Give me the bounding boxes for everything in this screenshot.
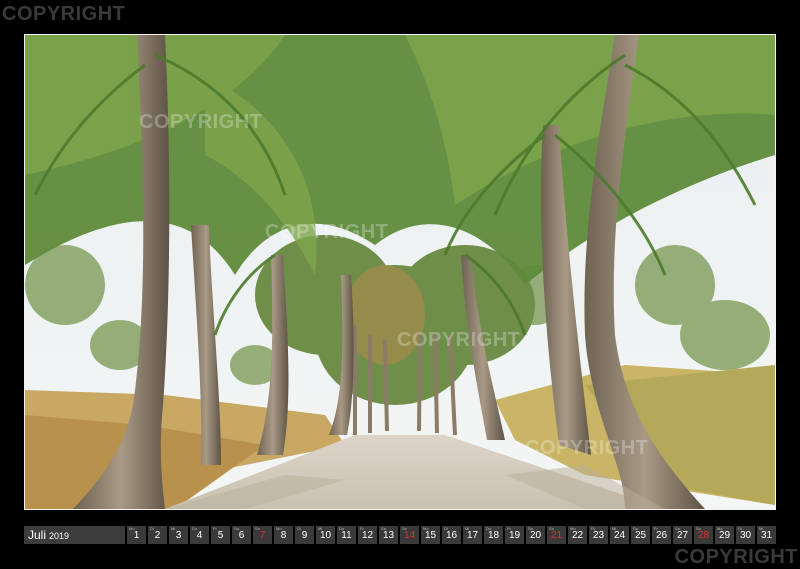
day-number: 24 <box>613 530 626 541</box>
calendar-photo: COPYRIGHT COPYRIGHT COPYRIGHT COPYRIGHT <box>24 34 776 510</box>
day-number: 28 <box>697 530 710 541</box>
day-number: 14 <box>403 530 416 541</box>
day-number: 13 <box>382 530 395 541</box>
copyright-watermark-photo-2: COPYRIGHT <box>265 221 389 243</box>
calendar-day: Mo 22 <box>568 526 587 544</box>
calendar-day: Mi 3 <box>169 526 188 544</box>
calendar-day: Mo 15 <box>421 526 440 544</box>
copyright-watermark-photo-1: COPYRIGHT <box>139 111 263 133</box>
calendar-day: Sa 27 <box>673 526 692 544</box>
calendar-day: Mi 24 <box>610 526 629 544</box>
copyright-watermark-photo-4: COPYRIGHT <box>525 437 649 459</box>
calendar-day: Fr 26 <box>652 526 671 544</box>
day-number: 17 <box>466 530 479 541</box>
day-number: 9 <box>301 530 308 541</box>
day-number: 21 <box>550 530 563 541</box>
year-label: 2019 <box>49 531 70 541</box>
calendar-day: Mo 29 <box>715 526 734 544</box>
calendar-day: So 7 <box>253 526 272 544</box>
calendar-day: Do 11 <box>337 526 356 544</box>
calendar-day: Mo 1 <box>127 526 146 544</box>
calendar-day: Fr 5 <box>211 526 230 544</box>
day-number: 25 <box>634 530 647 541</box>
day-cells: Mo 1 Di 2 Mi 3 Do 4 Fr 5 Sa 6 So 7 Mo 8 Di 9 Mi 10 Do 11 Fr 12 S… <box>127 526 776 544</box>
calendar-day: Do 25 <box>631 526 650 544</box>
month-name: Juli <box>28 528 47 542</box>
day-number: 26 <box>655 530 668 541</box>
day-number: 12 <box>361 530 374 541</box>
calendar-day: Di 2 <box>148 526 167 544</box>
day-number: 30 <box>739 530 752 541</box>
day-number: 11 <box>341 530 352 541</box>
copyright-watermark-top: COPYRIGHT <box>2 3 126 25</box>
day-number: 16 <box>445 530 458 541</box>
day-number: 27 <box>676 530 689 541</box>
day-number: 7 <box>259 530 266 541</box>
calendar-day: Mi 10 <box>316 526 335 544</box>
day-number: 1 <box>133 530 140 541</box>
calendar-day: Fr 19 <box>505 526 524 544</box>
calendar-day: Do 18 <box>484 526 503 544</box>
calendar-strip: Juli 2019 Mo 1 Di 2 Mi 3 Do 4 Fr 5 Sa 6 So 7 Mo 8 Di 9 Mi 1… <box>24 526 776 544</box>
day-number: 23 <box>592 530 605 541</box>
calendar-day: Di 30 <box>736 526 755 544</box>
day-number: 3 <box>175 530 182 541</box>
copyright-watermark-bottom: COPYRIGHT <box>674 546 798 568</box>
calendar-day: Mi 31 <box>757 526 776 544</box>
calendar-day: Sa 20 <box>526 526 545 544</box>
calendar-day: Di 23 <box>589 526 608 544</box>
day-number: 15 <box>424 530 437 541</box>
calendar-day: So 28 <box>694 526 713 544</box>
calendar-day: Mo 8 <box>274 526 293 544</box>
calendar-day: Di 16 <box>442 526 461 544</box>
day-number: 6 <box>238 530 245 541</box>
palm-avenue-photo <box>25 35 775 509</box>
day-number: 29 <box>718 530 731 541</box>
day-number: 5 <box>217 530 224 541</box>
day-number: 22 <box>571 530 584 541</box>
day-number: 2 <box>154 530 161 541</box>
calendar-day: Mi 17 <box>463 526 482 544</box>
day-number: 31 <box>760 530 773 541</box>
day-number: 4 <box>196 530 203 541</box>
month-label: Juli 2019 <box>24 526 125 544</box>
copyright-watermark-photo-3: COPYRIGHT <box>397 329 521 351</box>
calendar-day: Sa 6 <box>232 526 251 544</box>
calendar-day: Sa 13 <box>379 526 398 544</box>
day-number: 10 <box>319 530 332 541</box>
calendar-day: Fr 12 <box>358 526 377 544</box>
calendar-day: Do 4 <box>190 526 209 544</box>
calendar-day: So 14 <box>400 526 419 544</box>
day-number: 8 <box>280 530 287 541</box>
calendar-day: Di 9 <box>295 526 314 544</box>
calendar-day: So 21 <box>547 526 566 544</box>
day-number: 20 <box>529 530 542 541</box>
day-number: 19 <box>508 530 521 541</box>
day-number: 18 <box>487 530 500 541</box>
